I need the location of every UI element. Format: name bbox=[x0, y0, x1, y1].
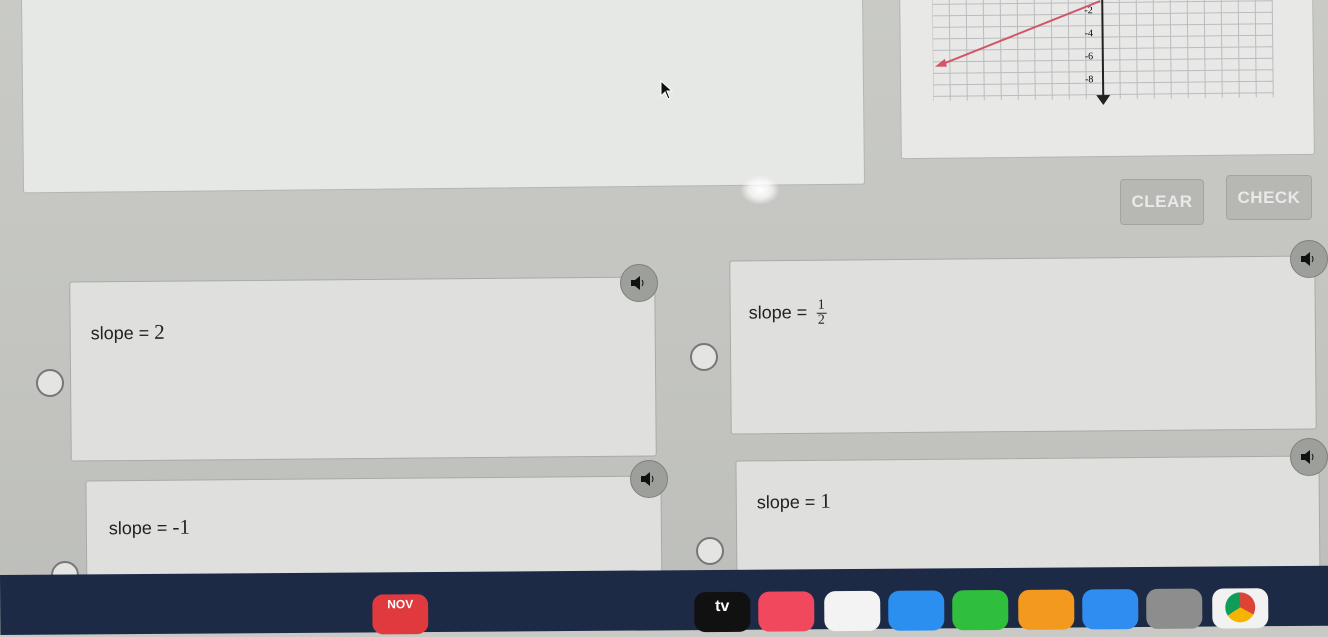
choice-label: slope = 1 bbox=[756, 488, 831, 513]
y-tick-label: -8 bbox=[1085, 74, 1093, 85]
dock-app-calendar[interactable]: NOV bbox=[372, 594, 429, 635]
speaker-icon[interactable] bbox=[1290, 240, 1328, 278]
clear-button[interactable]: CLEAR bbox=[1120, 179, 1204, 225]
y-axis-arrow-icon bbox=[1096, 94, 1111, 106]
dock-app-system-settings[interactable] bbox=[1146, 588, 1203, 629]
dock-app-appletv[interactable]: tv bbox=[694, 591, 751, 633]
line-arrow-icon bbox=[934, 58, 947, 67]
grid-line bbox=[1186, 0, 1189, 99]
grid-line bbox=[1067, 0, 1070, 100]
dock-app-music[interactable] bbox=[758, 591, 815, 632]
grid-line bbox=[1237, 0, 1240, 98]
y-axis bbox=[1101, 0, 1105, 100]
answer-choice-card[interactable]: slope = 2 bbox=[69, 276, 657, 462]
choice-label: slope = 12 bbox=[748, 297, 827, 328]
y-tick-label: -6 bbox=[1085, 51, 1093, 62]
coordinate-graph: -2 -4 -6 -8 bbox=[932, 0, 1274, 106]
dock-app-pages[interactable] bbox=[1018, 589, 1075, 630]
dock-app-chrome[interactable] bbox=[1212, 588, 1269, 629]
grid-line bbox=[1135, 0, 1138, 99]
answer-choice-card[interactable]: slope = 12 bbox=[729, 255, 1317, 435]
speaker-icon[interactable] bbox=[1290, 438, 1328, 476]
answer-radio[interactable] bbox=[36, 369, 64, 397]
graph-panel: -2 -4 -6 -8 bbox=[899, 0, 1315, 160]
grid-line bbox=[1271, 0, 1274, 98]
grid-line bbox=[1220, 0, 1223, 98]
screen-glare bbox=[740, 175, 780, 205]
grid-line bbox=[1169, 0, 1172, 99]
y-tick-label: -4 bbox=[1085, 28, 1093, 39]
check-button[interactable]: CHECK bbox=[1226, 175, 1312, 220]
grid-line bbox=[1254, 0, 1257, 98]
macos-dock: NOV tv bbox=[0, 565, 1328, 635]
dock-app-news[interactable] bbox=[824, 590, 881, 632]
dock-app-keynote[interactable] bbox=[888, 590, 945, 631]
answer-radio[interactable] bbox=[690, 343, 718, 371]
speaker-icon[interactable] bbox=[620, 264, 658, 302]
speaker-icon[interactable] bbox=[630, 460, 668, 498]
answer-radio[interactable] bbox=[696, 537, 724, 565]
grid-line bbox=[1118, 0, 1121, 99]
choice-label: slope = 2 bbox=[90, 319, 165, 344]
graphed-line bbox=[940, 0, 1101, 66]
dock-app-app-store[interactable] bbox=[1082, 589, 1139, 630]
dock-app-numbers[interactable] bbox=[952, 589, 1009, 631]
fraction: 12 bbox=[816, 297, 827, 328]
grid-line bbox=[1203, 0, 1206, 98]
grid-line bbox=[1152, 0, 1155, 99]
choice-label: slope = -1 bbox=[108, 514, 190, 539]
question-panel bbox=[20, 0, 866, 194]
mouse-cursor-icon bbox=[660, 79, 674, 105]
